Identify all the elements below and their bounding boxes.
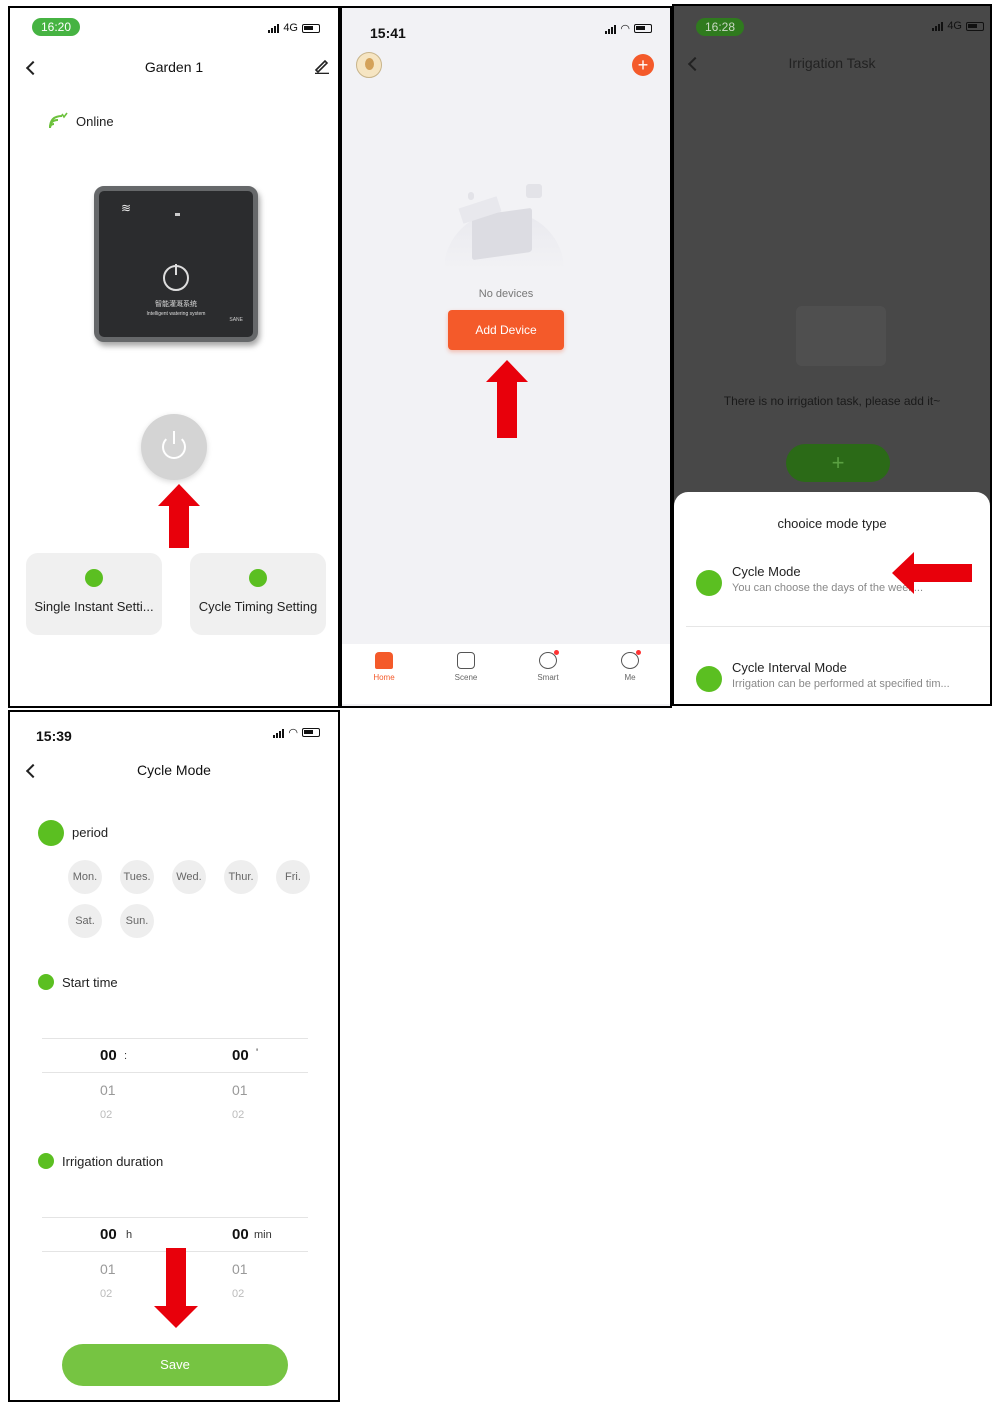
battery-icon xyxy=(634,24,652,33)
page-title: Cycle Mode xyxy=(137,762,211,778)
empty-box-illustration xyxy=(796,306,886,366)
alarm-clock-icon xyxy=(249,569,267,587)
day-thur[interactable]: Thur. xyxy=(224,860,258,894)
option-title: Cycle Mode xyxy=(732,564,801,579)
edit-icon[interactable] xyxy=(314,58,330,74)
sheet-title: chooice mode type xyxy=(777,516,887,531)
profile-icon xyxy=(621,650,641,669)
annotation-arrow-up xyxy=(486,360,528,438)
tab-me[interactable]: Me xyxy=(600,650,660,682)
power-button[interactable] xyxy=(141,414,207,480)
period-label: period xyxy=(72,825,109,840)
annotation-arrow-left xyxy=(892,552,974,594)
cycle-interval-mode-option[interactable]: Cycle Interval Mode Irrigation can be pe… xyxy=(696,660,984,700)
status-time: 16:20 xyxy=(32,18,81,36)
signal-icon xyxy=(932,21,944,31)
page-title: Garden 1 xyxy=(144,59,204,75)
empty-state-text: No devices xyxy=(478,288,534,300)
calendar-icon xyxy=(696,570,722,596)
day-sat[interactable]: Sat. xyxy=(68,904,102,938)
tab-home[interactable]: Home xyxy=(354,652,414,682)
annotation-arrow-up xyxy=(158,484,200,548)
single-instant-setting-label: Single Instant Setti... xyxy=(34,599,154,614)
tab-smart[interactable]: Smart xyxy=(518,650,578,682)
add-task-button[interactable]: + xyxy=(786,444,890,482)
panel-garden-device: 16:20 4G Garden 1 Online ≋ 智能灌溉系统 Intell… xyxy=(8,6,340,708)
start-hour-value: 00 xyxy=(100,1047,117,1064)
panel-irrigation-task: 16:28 4G Irrigation Task There is no irr… xyxy=(672,4,992,706)
status-bar: 15:39 ◠ xyxy=(10,712,338,752)
single-instant-setting-button[interactable]: Single Instant Setti... xyxy=(26,553,162,635)
clock-icon xyxy=(38,974,54,990)
signal-icon xyxy=(268,23,280,33)
option-desc: Irrigation can be performed at specified… xyxy=(732,678,950,690)
wifi-icon: ≋ xyxy=(121,201,132,215)
battery-icon xyxy=(302,728,320,737)
wifi-icon: ◠ xyxy=(620,23,630,35)
status-bar: 15:41 ◠ xyxy=(342,8,670,48)
empty-box-illustration xyxy=(442,176,566,272)
device-image: ≋ 智能灌溉系统 Intelligent watering system SAN… xyxy=(94,186,258,342)
tab-scene[interactable]: Scene xyxy=(436,652,496,682)
irrigation-duration-label: Irrigation duration xyxy=(62,1154,164,1169)
device-power-icon xyxy=(163,264,189,291)
wifi-icon: ◠ xyxy=(288,727,298,739)
duration-minute-value: 00 xyxy=(232,1226,249,1243)
device-brand: SANE xyxy=(229,317,243,323)
page-title: Irrigation Task xyxy=(788,55,876,71)
online-status: Online xyxy=(76,114,114,129)
water-drop-icon xyxy=(38,1153,54,1169)
status-time: 16:28 xyxy=(696,18,745,36)
bottom-tab-bar: Home Scene Smart Me xyxy=(342,644,670,704)
day-fri[interactable]: Fri. xyxy=(276,860,310,894)
status-bar: 16:28 4G xyxy=(674,6,990,46)
cycle-timing-setting-button[interactable]: Cycle Timing Setting xyxy=(190,553,326,635)
calendar-icon xyxy=(38,820,64,846)
device-caption-cn: 智能灌溉系统 xyxy=(155,301,197,308)
stopwatch-icon xyxy=(85,569,103,587)
scene-icon xyxy=(457,652,475,669)
online-signal-icon xyxy=(49,112,68,129)
day-mon[interactable]: Mon. xyxy=(68,860,102,894)
day-tues[interactable]: Tues. xyxy=(120,860,154,894)
annotation-arrow-down xyxy=(154,1248,198,1328)
smart-icon xyxy=(539,650,559,669)
mode-type-sheet: chooice mode type Cycle Mode You can cho… xyxy=(674,492,990,704)
network-label: 4G xyxy=(947,20,962,32)
avatar[interactable] xyxy=(356,52,382,78)
add-icon[interactable]: + xyxy=(632,54,654,76)
status-bar: 16:20 4G xyxy=(10,8,338,48)
status-time: 15:41 xyxy=(370,25,406,41)
battery-icon xyxy=(966,21,984,31)
start-minute-value: 00 xyxy=(232,1047,249,1064)
option-title: Cycle Interval Mode xyxy=(732,660,847,675)
add-device-button[interactable]: Add Device xyxy=(448,310,564,350)
save-button[interactable]: Save xyxy=(62,1344,288,1386)
signal-icon xyxy=(605,24,617,34)
panel-cycle-mode: 15:39 ◠ Cycle Mode period Mon. Tues. Wed… xyxy=(8,710,340,1402)
duration-hour-value: 00 xyxy=(100,1226,117,1243)
panel-home-no-devices: 15:41 ◠ + No devices Add Device Home Sce… xyxy=(340,6,672,708)
home-icon xyxy=(375,652,393,669)
empty-state-text: There is no irrigation task, please add … xyxy=(723,394,941,408)
start-time-label: Start time xyxy=(62,975,118,990)
signal-icon xyxy=(273,728,285,738)
day-sun[interactable]: Sun. xyxy=(120,904,154,938)
cycle-timing-setting-label: Cycle Timing Setting xyxy=(198,599,318,614)
day-wed[interactable]: Wed. xyxy=(172,860,206,894)
battery-icon xyxy=(302,23,320,33)
network-label: 4G xyxy=(283,22,298,34)
status-time: 15:39 xyxy=(36,728,72,744)
clock-icon xyxy=(696,666,722,692)
